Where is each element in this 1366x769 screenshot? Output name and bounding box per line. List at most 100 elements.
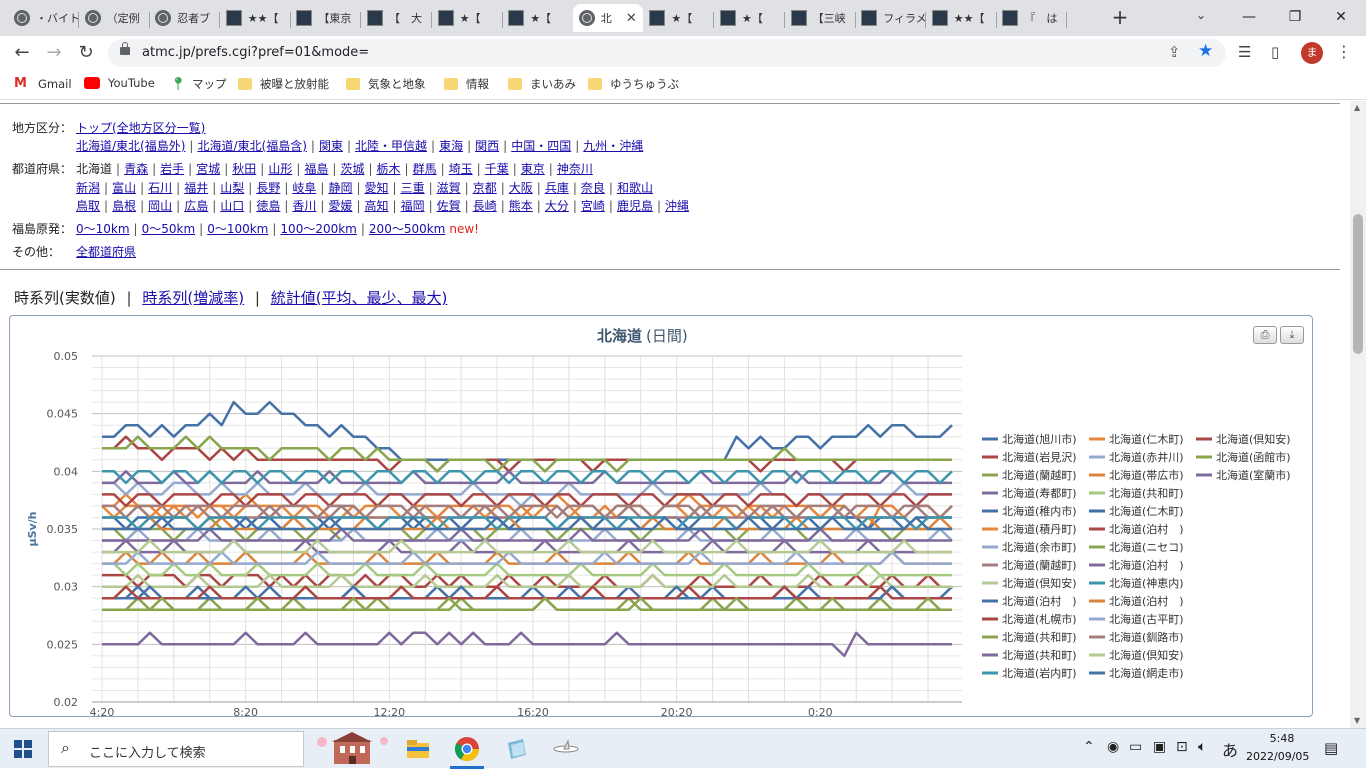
browser-tab[interactable]: ★【 [714,4,784,32]
nav-link[interactable]: 熊本 [509,199,533,213]
meet-now-icon[interactable]: ◉ [1107,739,1119,755]
clock-date[interactable]: 2022/09/05 [1246,750,1309,763]
download-icon[interactable]: ⤓ [1280,326,1304,344]
notification-icon[interactable]: ▤ [1324,739,1338,757]
display-icon[interactable]: ▣ [1153,739,1166,755]
bookmark-star-icon[interactable]: ★ [1198,41,1213,61]
scroll-up-icon[interactable]: ▲ [1354,103,1360,112]
nav-link[interactable]: 茨城 [340,162,364,176]
nav-link[interactable]: 宮城 [196,162,220,176]
nav-link[interactable]: 山形 [268,162,292,176]
bookmark-item[interactable]: 情報 [444,76,489,92]
nav-link[interactable]: 奈良 [581,181,605,195]
notes-app-icon[interactable] [503,735,531,763]
nav-link[interactable]: 和歌山 [617,181,653,195]
back-icon[interactable]: ← [10,41,34,65]
nav-link[interactable]: 栃木 [377,162,401,176]
scroll-thumb[interactable] [1353,214,1363,354]
tray-expand-icon[interactable]: ⌃ [1083,739,1095,755]
browser-tab[interactable]: ★【 [432,4,502,32]
nav-link[interactable]: 岐阜 [292,181,316,195]
nav-link[interactable]: 岩手 [160,162,184,176]
nav-link[interactable]: 関東 [319,139,343,153]
nav-link[interactable]: 0～100km [207,222,268,236]
print-icon[interactable]: ⎙ [1253,326,1277,344]
nav-link[interactable]: 中国・四国 [511,139,571,153]
nav-link[interactable]: 100～200km [280,222,356,236]
nav-link[interactable]: 山梨 [220,181,244,195]
browser-tab[interactable]: （定例 [79,4,149,32]
nav-link[interactable]: 福島 [304,162,328,176]
nav-link[interactable]: 東京 [521,162,545,176]
bookmark-item[interactable]: 📍︎ マップ [170,76,227,92]
browser-tab[interactable]: 【三峡 [785,4,855,32]
nav-link[interactable]: 三重 [401,181,425,195]
battery-icon[interactable]: ▭ [1129,739,1142,755]
page-scrollbar[interactable]: ▲ ▼ [1350,101,1366,728]
browser-tab[interactable]: 【 大 [361,4,431,32]
ime-indicator[interactable]: あ [1222,737,1238,761]
nav-link[interactable]: 広島 [184,199,208,213]
side-panel-icon[interactable]: ▯ [1271,43,1279,61]
browser-tab[interactable]: ★【 [643,4,713,32]
nav-link[interactable]: 東海 [439,139,463,153]
nav-link[interactable]: 愛知 [365,181,389,195]
nav-link[interactable]: 佐賀 [437,199,461,213]
profile-avatar[interactable]: ま [1301,42,1323,64]
nav-link[interactable]: 長野 [256,181,280,195]
search-placeholder[interactable]: ここに入力して検索 [89,742,206,761]
nav-link[interactable]: 富山 [112,181,136,195]
new-tab-button[interactable]: + [1108,6,1132,30]
browser-tab[interactable]: ★★【 [220,4,290,32]
reload-icon[interactable]: ↻ [74,41,98,65]
nav-link[interactable]: 200～500km [369,222,445,236]
nav-link[interactable]: 群馬 [413,162,437,176]
nav-link[interactable]: 鳥取 [76,199,100,213]
volume-icon[interactable]: 🔈︎ [1198,739,1206,755]
tab-close-icon[interactable]: ✕ [626,11,637,26]
tab-search-icon[interactable]: ⌄ [1196,8,1206,22]
file-explorer-icon[interactable] [404,735,432,763]
nav-link[interactable]: 滋賀 [437,181,461,195]
nav-link[interactable]: 千葉 [485,162,509,176]
nav-link[interactable]: 兵庫 [545,181,569,195]
reading-list-icon[interactable]: ☰ [1238,43,1251,61]
forward-icon[interactable]: → [42,41,66,65]
maximize-icon[interactable]: ❐ [1272,4,1318,30]
nav-link[interactable]: 岡山 [148,199,172,213]
nav-link[interactable]: 大阪 [509,181,533,195]
nav-link[interactable]: 山口 [220,199,244,213]
network-icon[interactable]: ⊡ [1176,739,1188,755]
nav-link[interactable]: 京都 [473,181,497,195]
nav-link[interactable]: 0～10km [76,222,130,236]
minimize-icon[interactable]: — [1226,4,1272,30]
nav-link[interactable]: 島根 [112,199,136,213]
nav-link[interactable]: トップ(全地方区分一覧) [76,121,205,135]
nav-link[interactable]: 新潟 [76,181,100,195]
bookmark-item[interactable]: 被曝と放射能 [238,76,329,92]
bookmark-item[interactable]: まいあみ [508,76,576,92]
chrome-icon[interactable] [453,735,481,763]
nav-link[interactable]: 香川 [292,199,316,213]
view-tab-rate[interactable]: 時系列(増減率) [142,289,244,307]
nav-link[interactable]: 関西 [475,139,499,153]
nav-link[interactable]: 埼玉 [449,162,473,176]
nav-link[interactable]: 秋田 [232,162,256,176]
clock-time[interactable]: 5:48 [1262,732,1302,745]
nav-link[interactable]: 0～50km [142,222,196,236]
windows-start-icon[interactable] [14,740,32,758]
nav-link[interactable]: 全都道府県 [76,245,136,259]
browser-tab[interactable]: ・バイト [8,4,78,32]
nav-link[interactable]: 長崎 [473,199,497,213]
url-text[interactable]: atmc.jp/prefs.cgi?pref=01&mode= [142,45,369,60]
share-icon[interactable]: ⇪ [1168,43,1181,61]
nav-link[interactable]: 静岡 [328,181,352,195]
view-tab-stats[interactable]: 統計値(平均、最少、最大) [271,289,448,307]
bookmark-item[interactable]: ゆうちゅうぶ [588,76,679,92]
nav-link[interactable]: 宮崎 [581,199,605,213]
bookmark-item[interactable]: M Gmail [14,76,72,91]
bookmark-item[interactable]: YouTube [84,76,155,90]
bookmark-item[interactable]: 気象と地象 [346,76,426,92]
nav-link[interactable]: 福岡 [401,199,425,213]
nav-link[interactable]: 大分 [545,199,569,213]
